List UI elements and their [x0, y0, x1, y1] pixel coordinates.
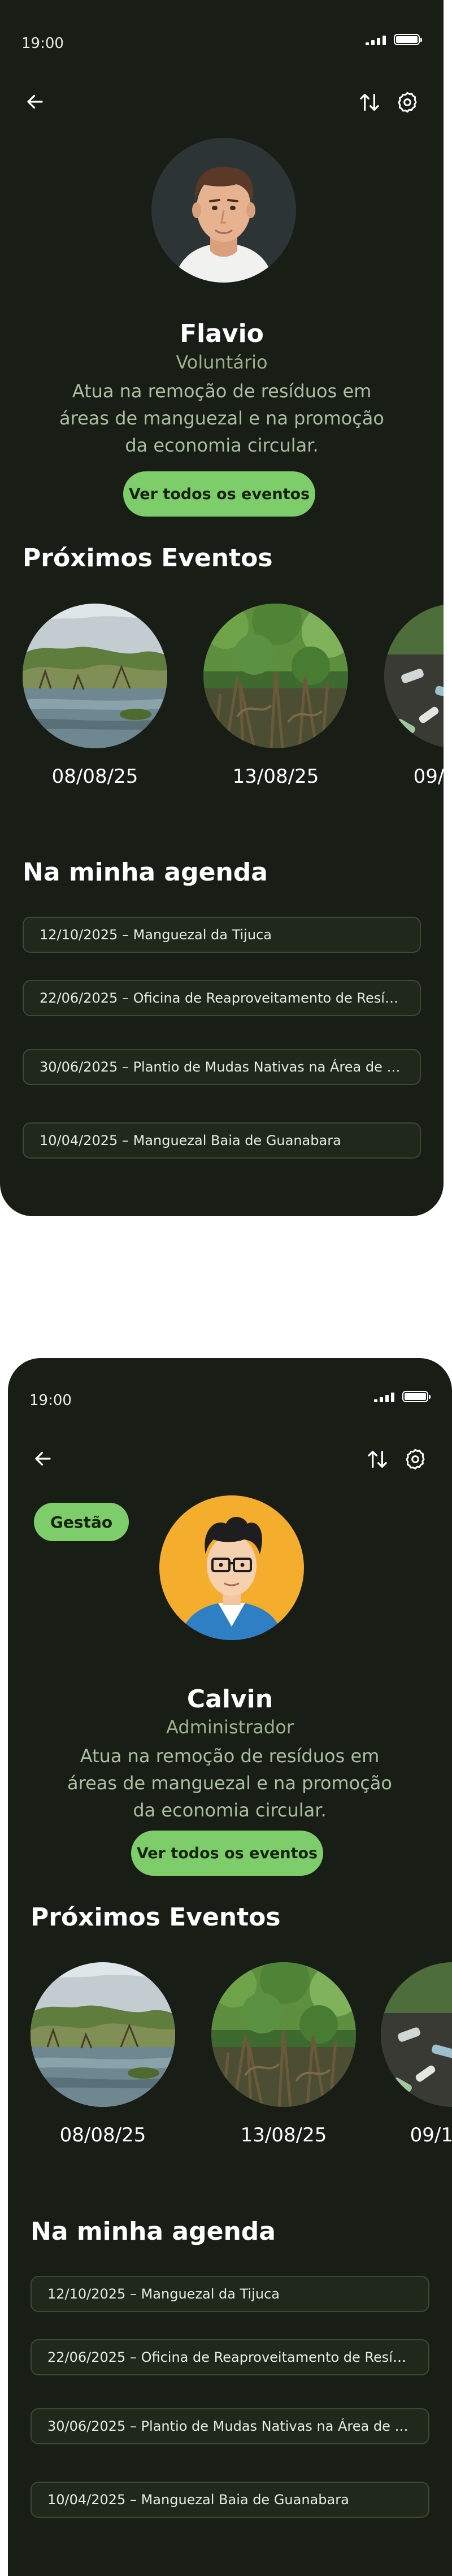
agenda-title: Na minha agenda	[23, 858, 268, 887]
status-time: 19:00	[21, 35, 64, 52]
agenda-title: Na minha agenda	[31, 2217, 276, 2246]
settings-button[interactable]	[393, 88, 421, 116]
event-date: 13/08/25	[240, 2124, 327, 2146]
settings-gear-icon	[398, 92, 417, 113]
signal-icon	[366, 34, 386, 45]
agenda-item[interactable]: 22/06/2025 – Oficina de Reaproveitamento…	[23, 980, 421, 1016]
avatar	[159, 1495, 304, 1640]
profile-role: Voluntário	[176, 352, 268, 373]
profile-name: Calvin	[186, 1685, 273, 1714]
agenda-item-label: 12/10/2025 – Manguezal da Tijuca	[40, 927, 272, 943]
event-card[interactable]: 09/15/25	[384, 604, 444, 788]
agenda-item-label: 22/06/2025 – Oficina de Reaproveitamento…	[47, 2349, 412, 2365]
battery-icon	[402, 1391, 431, 1402]
event-card[interactable]: 09/15/25	[381, 1962, 452, 2146]
view-all-events-button[interactable]: Ver todos os eventos	[131, 1831, 323, 1876]
arrow-left-icon	[27, 94, 43, 109]
event-date: 08/08/25	[59, 2124, 146, 2146]
status-icons	[366, 34, 422, 45]
agenda-item[interactable]: 12/10/2025 – Manguezal da Tijuca	[23, 917, 421, 953]
event-card[interactable]: 13/08/25	[211, 1962, 356, 2146]
settings-button[interactable]	[401, 1445, 429, 1473]
profile-screen-admin: 19:00 Gestão Calvin Administrador Atua n…	[8, 1358, 452, 2576]
management-badge[interactable]: Gestão	[34, 1503, 129, 1541]
event-photo-plastic-waste	[384, 604, 444, 748]
agenda-item-label: 30/06/2025 – Plantio de Mudas Nativas na…	[40, 1059, 404, 1075]
event-card[interactable]: 08/08/25	[23, 604, 167, 788]
agenda-item-label: 10/04/2025 – Manguezal Baia de Guanabara	[40, 1133, 341, 1148]
settings-gear-icon	[406, 1449, 425, 1470]
back-button[interactable]	[20, 87, 50, 116]
event-card[interactable]: 13/08/25	[203, 604, 348, 788]
event-photo-mangrove-forest	[203, 604, 348, 748]
sort-arrows-icon	[368, 1451, 387, 1468]
arrow-left-icon	[35, 1451, 51, 1466]
upcoming-events-title: Próximos Eventos	[31, 1903, 281, 1932]
sort-button[interactable]	[355, 88, 384, 116]
agenda-item-label: 30/06/2025 – Plantio de Mudas Nativas na…	[47, 2418, 412, 2434]
status-time: 19:00	[29, 1392, 72, 1409]
profile-bio: Atua na remoção de resíduos em áreas de …	[59, 380, 384, 456]
event-date: 09/15/25	[410, 2124, 452, 2146]
agenda-item[interactable]: 10/04/2025 – Manguezal Baia de Guanabara	[31, 2482, 429, 2518]
event-photo-plastic-waste	[381, 1962, 452, 2107]
agenda-item-label: 22/06/2025 – Oficina de Reaproveitamento…	[40, 990, 404, 1006]
avatar	[151, 138, 296, 283]
event-date: 08/08/25	[51, 765, 138, 788]
event-date: 13/08/25	[232, 765, 319, 788]
profile-screen-volunteer: 19:00 Flavio Voluntário Atua na remoção …	[0, 0, 444, 1216]
upcoming-events-title: Próximos Eventos	[23, 544, 273, 573]
view-all-events-button[interactable]: Ver todos os eventos	[123, 471, 315, 517]
agenda-item[interactable]: 22/06/2025 – Oficina de Reaproveitamento…	[31, 2339, 429, 2375]
agenda-item[interactable]: 12/10/2025 – Manguezal da Tijuca	[31, 2276, 429, 2312]
agenda-item[interactable]: 30/06/2025 – Plantio de Mudas Nativas na…	[23, 1049, 421, 1085]
profile-bio: Atua na remoção de resíduos em áreas de …	[67, 1745, 392, 1821]
agenda-item-label: 10/04/2025 – Manguezal Baia de Guanabara	[47, 2492, 349, 2508]
agenda-item-label: 12/10/2025 – Manguezal da Tijuca	[47, 2286, 280, 2302]
profile-role: Administrador	[166, 1716, 294, 1738]
signal-icon	[374, 1391, 394, 1402]
profile-name: Flavio	[180, 319, 264, 348]
status-icons	[374, 1391, 431, 1402]
event-card[interactable]: 08/08/25	[31, 1962, 175, 2146]
agenda-item[interactable]: 10/04/2025 – Manguezal Baia de Guanabara	[23, 1122, 421, 1159]
event-date: 09/15/25	[413, 765, 444, 788]
sort-arrows-icon	[360, 94, 379, 111]
event-photo-mangrove-lagoon	[31, 1962, 175, 2107]
event-photo-mangrove-forest	[211, 1962, 356, 2107]
sort-button[interactable]	[363, 1445, 392, 1473]
back-button[interactable]	[28, 1444, 58, 1473]
event-photo-mangrove-lagoon	[23, 604, 167, 748]
agenda-item[interactable]: 30/06/2025 – Plantio de Mudas Nativas na…	[31, 2408, 429, 2444]
battery-icon	[394, 34, 422, 45]
